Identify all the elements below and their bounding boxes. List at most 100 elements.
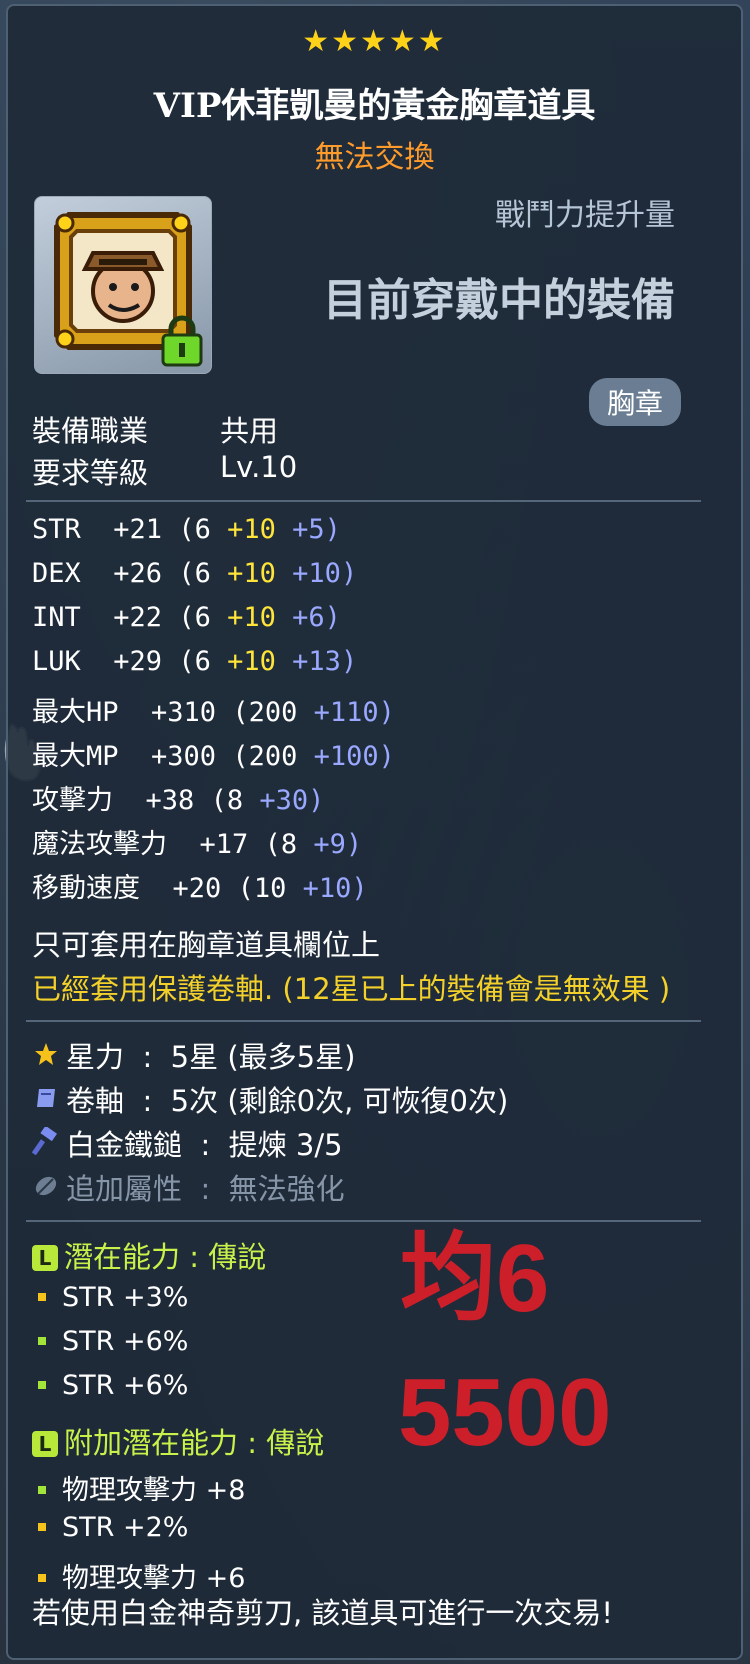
stat-row: 魔法攻擊力 +17 (8 +9) (32, 822, 362, 861)
stat-enhance: +5) (292, 514, 341, 545)
stat-base: (6 (178, 514, 211, 545)
potential-title: 潛在能力 : 傳說 (64, 1240, 267, 1274)
legendary-icon: L (32, 1245, 58, 1271)
enhancement-value: 無法強化 (228, 1172, 345, 1206)
legendary-icon: L (32, 1431, 58, 1457)
stat-enhance: +100) (313, 741, 395, 772)
stat-name: 攻擊力 (32, 785, 113, 816)
stat-name: 最大MP (32, 741, 119, 772)
enhancement-label: 白金鐵鎚 (66, 1128, 183, 1162)
bonus-potential-text: 物理攻擊力 +8 (62, 1475, 246, 1506)
stat-total: +20 (172, 873, 222, 904)
hammer-icon (31, 1125, 60, 1162)
requirement-value: Lv.10 (220, 450, 298, 484)
potential-line: STR +3% (38, 1282, 188, 1313)
bullet-icon (38, 1486, 46, 1494)
leaf-icon (32, 1172, 60, 1206)
stat-enhance: +30) (259, 785, 325, 816)
stat-enhance: +9) (313, 829, 363, 860)
bullet-icon (38, 1337, 46, 1345)
requirement-label: 裝備職業 (32, 414, 149, 448)
stat-row: 最大HP +310 (200 +110) (32, 690, 395, 729)
slot-restriction-note: 只可套用在胸章道具欄位上 (32, 928, 381, 962)
stat-row: LUK +29 (6 +10 +13) (32, 646, 357, 677)
stat-total: +22 (113, 602, 163, 633)
bullet-icon (38, 1574, 46, 1582)
stat-name: LUK (32, 646, 81, 677)
stat-base: (200 (232, 741, 298, 772)
star-icon (32, 1040, 60, 1074)
stat-total: +17 (199, 829, 249, 860)
enhancement-row: 追加屬性 : 無法強化 (32, 1166, 345, 1208)
divider (26, 1220, 701, 1222)
stat-row: DEX +26 (6 +10 +10) (32, 558, 357, 589)
bonus-potential-line: STR +2% (38, 1512, 188, 1543)
divider (26, 500, 701, 502)
overlay-annotation-average: 均6 (400, 1225, 550, 1332)
enhancement-label: 星力 (66, 1040, 125, 1074)
enhancement-row: 白金鐵鎚 : 提煉 3/5 (31, 1122, 343, 1164)
stat-row: 最大MP +300 (200 +100) (32, 734, 395, 773)
stat-base: (10 (237, 873, 287, 904)
stat-total: +300 (151, 741, 217, 772)
stat-row: 移動速度 +20 (10 +10) (32, 866, 368, 905)
trade-status: 無法交換 (314, 140, 435, 175)
stat-base: (8 (210, 785, 244, 816)
item-tooltip: ★★★★★ VIP休菲凱曼的黃金胸章道具 無法交換 戰鬥力提升量 目前穿戴中的裝… (6, 4, 743, 1660)
stat-bonus: +10 (227, 602, 276, 633)
bonus-potential-title: 附加潛在能力 : 傳說 (64, 1426, 325, 1460)
stat-row: INT +22 (6 +10 +6) (32, 602, 341, 633)
stat-enhance: +110) (313, 697, 395, 728)
enhancement-value: 提煉 3/5 (228, 1128, 343, 1162)
stat-enhance: +13) (292, 646, 358, 677)
bullet-icon (38, 1381, 46, 1389)
bonus-potential-text: STR +2% (62, 1512, 189, 1543)
enhancement-row: 星力 : 5星 (最多5星) (32, 1034, 355, 1076)
enhancement-row: 卷軸 : 5次 (剩餘0次, 可恢復0次) (32, 1078, 508, 1120)
stat-bonus: +10 (227, 646, 276, 677)
stat-name: DEX (32, 558, 81, 589)
stat-name: 移動速度 (32, 873, 140, 904)
enhancement-value: 5次 (剩餘0次, 可恢復0次) (170, 1084, 509, 1118)
requirement-label: 要求等級 (32, 456, 149, 490)
stat-bonus: +10 (227, 514, 276, 545)
footer-note: 若使用白金神奇剪刀, 該道具可進行一次交易! (32, 1596, 614, 1630)
stat-base: (6 (178, 558, 211, 589)
lock-icon (161, 315, 203, 367)
stat-total: +26 (113, 558, 163, 589)
potential-text: STR +6% (62, 1326, 189, 1357)
stat-base: (8 (264, 829, 298, 860)
stat-bonus: +10 (227, 558, 276, 589)
bonus-potential-line: 物理攻擊力 +8 (38, 1468, 245, 1507)
bullet-icon (38, 1293, 46, 1301)
item-icon-frame (34, 196, 212, 374)
stat-row: 攻擊力 +38 (8 +30) (32, 778, 324, 817)
scroll-icon (32, 1084, 60, 1118)
star-rating: ★★★★★ (302, 24, 447, 59)
potential-text: STR +3% (62, 1282, 189, 1313)
overlay-annotation-price: 5500 (398, 1359, 612, 1466)
enhancement-label: 追加屬性 (66, 1172, 183, 1206)
slot-badge: 胸章 (588, 378, 681, 426)
stat-enhance: +10) (302, 873, 368, 904)
stat-base: (6 (178, 602, 211, 633)
stat-name: STR (32, 514, 81, 545)
stat-total: +29 (113, 646, 163, 677)
stat-name: 魔法攻擊力 (32, 829, 167, 860)
stat-total: +21 (113, 514, 163, 545)
potential-line: STR +6% (38, 1370, 188, 1401)
stat-base: (6 (178, 646, 211, 677)
stat-row: STR +21 (6 +10 +5) (32, 514, 341, 545)
bullet-icon (38, 1523, 46, 1531)
bonus-potential-header: L 附加潛在能力 : 傳說 (32, 1420, 324, 1462)
enhancement-label: 卷軸 (66, 1084, 125, 1118)
protection-note: 已經套用保護卷軸. (12星已上的裝備會是無效果 ) (32, 972, 671, 1006)
combat-power-label: 戰鬥力提升量 (495, 198, 675, 233)
potential-line: STR +6% (38, 1326, 188, 1357)
requirement-row: 要求等級 Lv.10 (32, 450, 297, 492)
potential-text: STR +6% (62, 1370, 189, 1401)
requirement-value: 共用 (220, 414, 279, 448)
stat-name: 最大HP (32, 697, 119, 728)
requirement-row: 裝備職業 共用 (32, 408, 278, 450)
stat-enhance: +10) (292, 558, 358, 589)
